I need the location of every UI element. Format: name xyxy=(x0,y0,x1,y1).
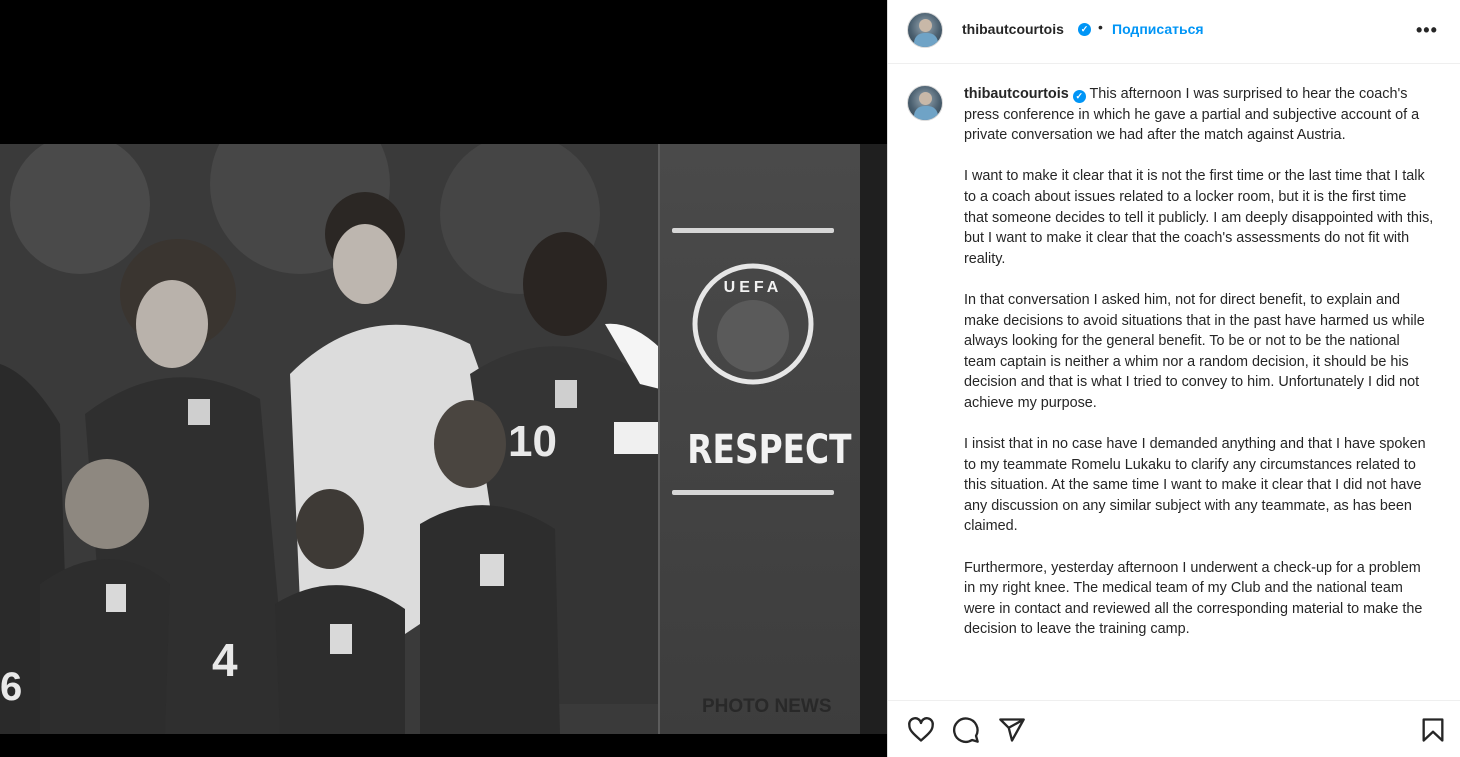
verified-badge-icon: ✓ xyxy=(1078,23,1091,36)
header-separator: • xyxy=(1098,19,1103,35)
action-bar xyxy=(888,700,1460,757)
caption-paragraph-3: In that conversation I asked him, not fo… xyxy=(964,291,1425,411)
header-username[interactable]: thibautcourtois xyxy=(962,21,1064,37)
post-header: thibautcourtois ✓ • Подписаться ••• xyxy=(888,0,1460,64)
verified-badge-icon: ✓ xyxy=(1072,90,1086,103)
caption-avatar[interactable] xyxy=(907,85,943,121)
caption-paragraph-5: Furthermore, yesterday afternoon I under… xyxy=(964,559,1423,638)
heart-icon[interactable] xyxy=(907,716,935,744)
jersey-number: 4 xyxy=(212,634,238,686)
post-media[interactable]: 10 4 6 UEFA RESPECT PHOTO NEWS xyxy=(0,0,887,757)
caption-paragraph-4: I insist that in no case have I demanded… xyxy=(964,436,1426,535)
jersey-number: 10 xyxy=(508,417,557,466)
uefa-logo-text: UEFA xyxy=(723,279,783,296)
more-options-icon[interactable]: ••• xyxy=(1416,20,1444,40)
caption-paragraph-2: I want to make it clear that it is not t… xyxy=(964,168,1434,267)
bookmark-icon[interactable] xyxy=(1419,716,1447,744)
follow-button[interactable]: Подписаться xyxy=(1112,21,1204,37)
post-side-panel: thibautcourtois ✓ • Подписаться ••• thib… xyxy=(887,0,1460,757)
caption-username[interactable]: thibautcourtois xyxy=(964,86,1069,102)
photo-credit: PHOTO NEWS xyxy=(702,696,832,717)
comment-icon[interactable] xyxy=(952,716,980,744)
paper-plane-icon[interactable] xyxy=(998,716,1026,744)
respect-text: RESPECT xyxy=(687,427,852,473)
jersey-number: 6 xyxy=(0,665,22,709)
post-caption: thibautcourtois ✓ This afternoon I was su… xyxy=(964,84,1434,661)
avatar[interactable] xyxy=(907,12,943,48)
post-photo: 10 4 6 UEFA RESPECT PHOTO NEWS xyxy=(0,144,887,734)
